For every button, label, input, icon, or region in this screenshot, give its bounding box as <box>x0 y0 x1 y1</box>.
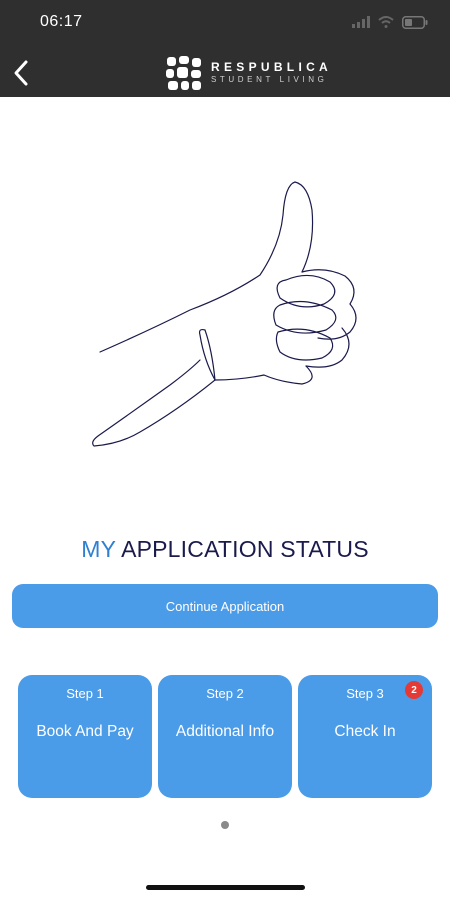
thumbs-up-icon <box>92 181 357 447</box>
home-indicator[interactable] <box>146 885 305 890</box>
step-2-card[interactable]: Step 2 Additional Info <box>158 675 292 798</box>
continue-application-button[interactable]: Continue Application <box>12 584 438 628</box>
step-1-number: Step 1 <box>66 686 104 701</box>
step-2-number: Step 2 <box>206 686 244 701</box>
notification-badge: 2 <box>405 681 423 699</box>
logo-mark-icon <box>166 56 201 90</box>
cellular-signal-icon <box>352 16 370 28</box>
back-chevron-icon[interactable] <box>8 58 38 88</box>
step-3-card[interactable]: Step 3 Check In 2 <box>298 675 432 798</box>
top-bar: 06:17 RESPUBLICA STUDENT LIVING <box>0 0 450 97</box>
respublica-logo: RESPUBLICA STUDENT LIVING <box>165 55 340 91</box>
status-time: 06:17 <box>40 13 83 30</box>
logo-title: RESPUBLICA <box>211 60 333 74</box>
logo-subtitle: STUDENT LIVING <box>211 75 328 84</box>
title-prefix: MY <box>81 536 116 562</box>
page-indicator-dot[interactable] <box>221 821 229 829</box>
step-1-label: Book And Pay <box>36 723 134 740</box>
page-title: MY APPLICATION STATUS <box>0 536 450 563</box>
title-text: APPLICATION STATUS <box>121 536 369 562</box>
step-1-card[interactable]: Step 1 Book And Pay <box>18 675 152 798</box>
wifi-icon <box>378 16 394 28</box>
step-3-label: Check In <box>334 723 396 740</box>
battery-icon <box>402 15 428 29</box>
status-icons <box>352 12 428 32</box>
step-2-label: Additional Info <box>175 723 275 740</box>
